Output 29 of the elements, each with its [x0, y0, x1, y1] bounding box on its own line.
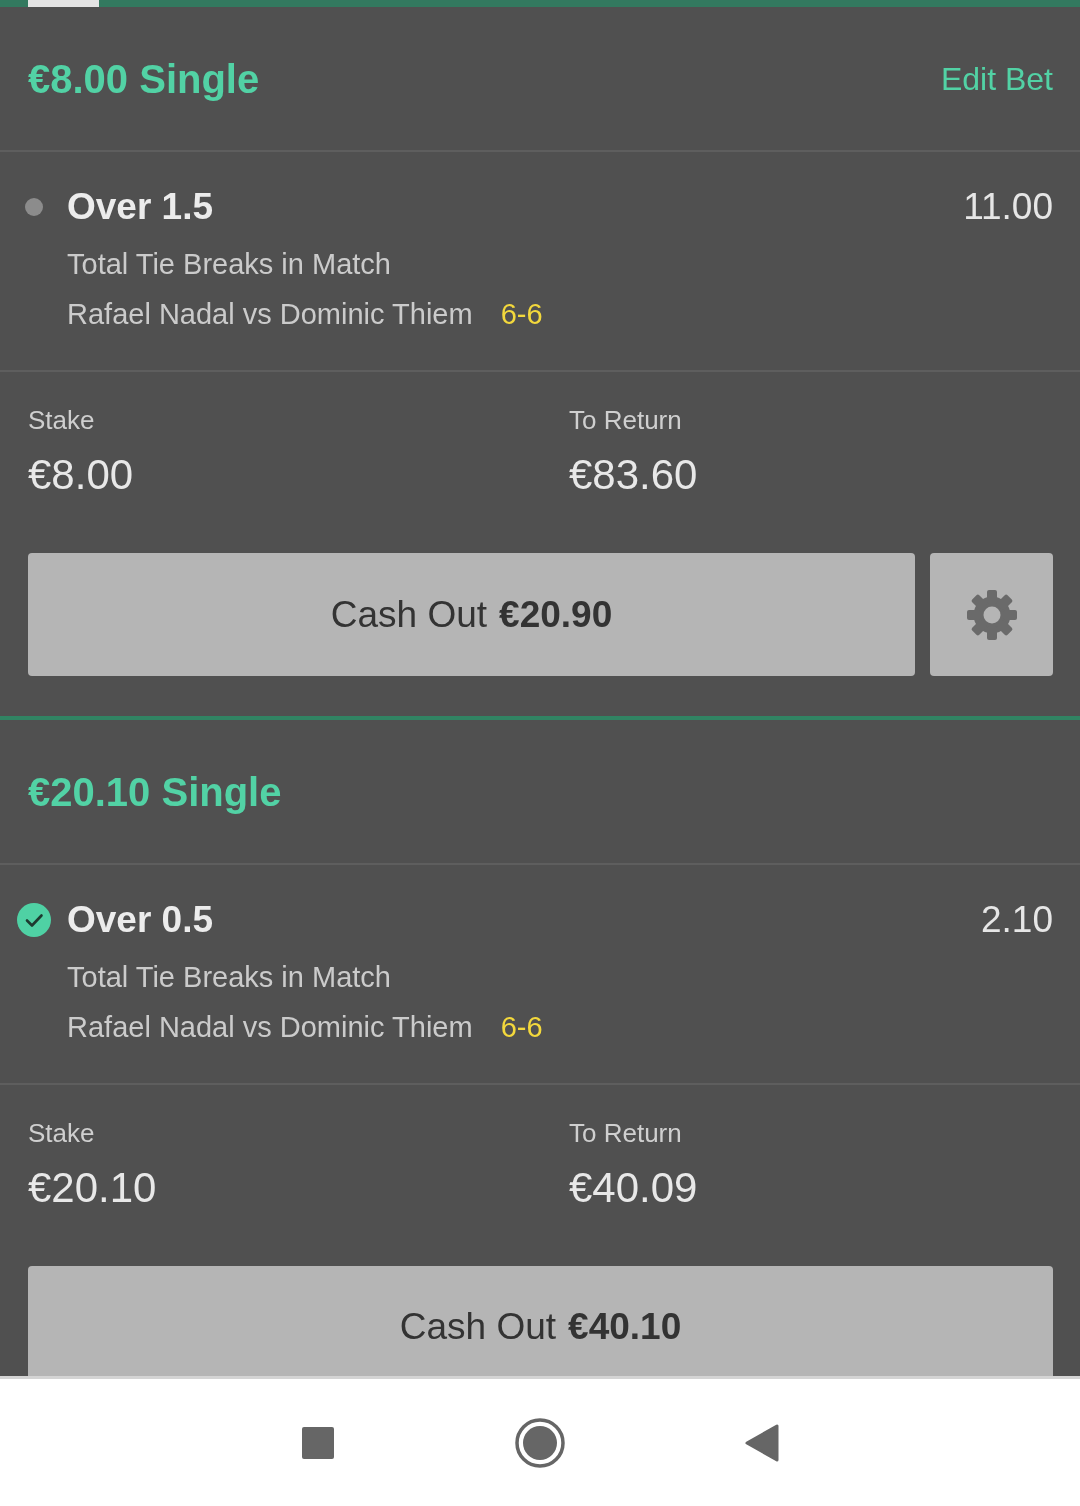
- tab-indicator: [28, 0, 99, 7]
- edit-bet-link[interactable]: Edit Bet: [940, 58, 1053, 99]
- stake-label: Stake: [28, 404, 95, 437]
- return-value: €83.60: [569, 450, 698, 500]
- return-value: €40.09: [569, 1163, 698, 1213]
- odds-value: 2.10: [981, 898, 1053, 942]
- settings-button[interactable]: [930, 553, 1053, 676]
- cash-out-button[interactable]: Cash Out €40.10: [28, 1266, 1053, 1376]
- stake-value: €8.00: [28, 450, 134, 500]
- event-name: Rafael Nadal vs Dominic Thiem: [67, 297, 473, 332]
- circle-icon[interactable]: [515, 1417, 565, 1468]
- market-name: Total Tie Breaks in Match: [67, 247, 391, 282]
- stake-label: Stake: [28, 1117, 95, 1150]
- score-text: 6-6: [500, 297, 543, 332]
- gear-icon: [965, 588, 1018, 641]
- bet-title: €20.10 Single: [28, 768, 282, 816]
- stake-value: €20.10: [28, 1163, 157, 1213]
- return-label: To Return: [569, 404, 682, 437]
- square-icon[interactable]: [302, 1426, 334, 1459]
- odds-value: 11.00: [963, 185, 1053, 229]
- back-icon[interactable]: [745, 1423, 779, 1462]
- event-name: Rafael Nadal vs Dominic Thiem: [67, 1010, 473, 1045]
- score-text: 6-6: [500, 1010, 543, 1045]
- market-name: Total Tie Breaks in Match: [67, 960, 391, 995]
- cash-out-button[interactable]: Cash Out €20.90: [28, 553, 915, 676]
- return-label: To Return: [569, 1117, 682, 1150]
- selection-name: Over 1.5: [67, 185, 214, 229]
- selection-name: Over 0.5: [67, 898, 214, 942]
- bet-title: €8.00 Single: [28, 55, 260, 103]
